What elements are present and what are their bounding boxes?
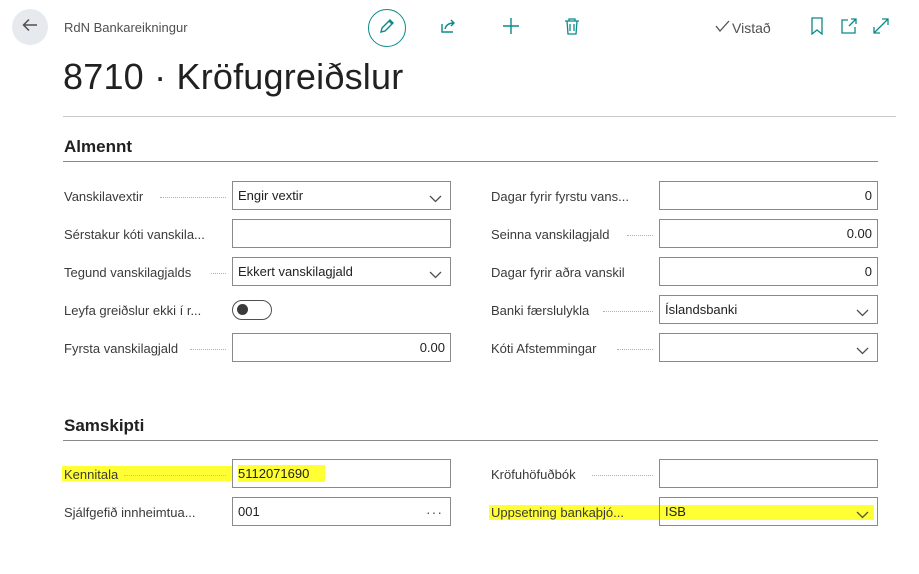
- bank-service-select[interactable]: ISB: [659, 497, 878, 526]
- field-label-days-first: Dagar fyrir fyrstu vans...: [491, 189, 629, 204]
- interest-value: Engir vextir: [238, 188, 304, 203]
- label-dots: [211, 273, 226, 274]
- delete-button[interactable]: [561, 17, 583, 39]
- section-divider-general: [63, 161, 878, 162]
- days-first-value: 0: [864, 188, 872, 203]
- fee-type-value: Ekkert vanskilagjald: [238, 264, 353, 279]
- section-divider-communication: [63, 440, 878, 441]
- later-fee-field[interactable]: 0.00: [659, 219, 878, 248]
- label-dots: [617, 349, 653, 350]
- field-label-kennitala: Kennitala: [64, 467, 119, 482]
- breadcrumb: RdN Bankareikningur: [64, 20, 188, 35]
- pencil-icon: [378, 17, 396, 40]
- kennitala-value: 5112071690: [238, 465, 445, 482]
- days-second-field[interactable]: 0: [659, 257, 878, 286]
- interest-select[interactable]: Engir vextir: [232, 181, 451, 210]
- kennitala-field[interactable]: 5112071690: [232, 459, 451, 488]
- share-button[interactable]: [437, 17, 459, 39]
- fee-type-select[interactable]: Ekkert vanskilagjald: [232, 257, 451, 286]
- label-dots: [124, 475, 226, 476]
- header-divider: [63, 116, 896, 117]
- checkmark-icon: [714, 19, 730, 36]
- chevron-down-icon: [429, 191, 442, 206]
- special-code-field[interactable]: [232, 219, 451, 248]
- bank-service-value: ISB: [665, 504, 686, 519]
- trash-icon: [564, 17, 580, 40]
- share-icon: [439, 17, 457, 40]
- field-label-default-collector: Sjálfgefið innheimtua...: [64, 505, 196, 520]
- bookmark-icon: [810, 16, 824, 40]
- field-label-first-fee: Fyrsta vanskilagjald: [64, 341, 179, 356]
- expand-icon: [872, 17, 890, 40]
- toggle-knob: [237, 304, 248, 315]
- claim-ledger-field[interactable]: [659, 459, 878, 488]
- bookmark-button[interactable]: [806, 16, 828, 40]
- first-fee-value: 0.00: [419, 340, 445, 355]
- field-label-later-fee: Seinna vanskilagjald: [491, 227, 610, 242]
- open-new-window-button[interactable]: [838, 17, 860, 39]
- field-label-fee-type: Tegund vanskilagjalds: [64, 265, 192, 280]
- chevron-down-icon: [856, 343, 869, 358]
- field-label-allow-payment: Leyfa greiðslur ekki í r...: [64, 303, 202, 318]
- field-label-interest: Vanskilavextir: [64, 189, 144, 204]
- open-in-new-window-icon: [840, 17, 858, 40]
- default-collector-field[interactable]: 001 ···: [232, 497, 451, 526]
- label-dots: [603, 311, 653, 312]
- field-label-recon-code: Kóti Afstemmingar: [491, 341, 597, 356]
- chevron-down-icon: [856, 507, 869, 522]
- days-first-field[interactable]: 0: [659, 181, 878, 210]
- first-fee-field[interactable]: 0.00: [232, 333, 451, 362]
- page-title: 8710 · Kröfugreiðslur: [63, 56, 404, 97]
- default-collector-value: 001: [238, 504, 260, 519]
- back-button[interactable]: [12, 9, 48, 45]
- field-label-claim-ledger: Kröfuhöfuðbók: [491, 467, 576, 482]
- bank-key-select[interactable]: Íslandsbanki: [659, 295, 878, 324]
- recon-code-select[interactable]: [659, 333, 878, 362]
- field-label-special-code: Sérstakur kóti vanskila...: [64, 227, 205, 242]
- chevron-down-icon: [429, 267, 442, 282]
- section-title-communication[interactable]: Samskipti: [64, 416, 144, 436]
- arrow-left-icon: [21, 16, 39, 39]
- days-second-value: 0: [864, 264, 872, 279]
- field-label-bank-service: Uppsetning bankaþjó...: [491, 505, 624, 520]
- saved-label: Vistað: [732, 19, 771, 36]
- ellipsis-icon[interactable]: ···: [426, 504, 443, 520]
- bank-key-value: Íslandsbanki: [665, 302, 738, 317]
- expand-button[interactable]: [870, 17, 892, 39]
- section-title-general[interactable]: Almennt: [64, 137, 132, 157]
- label-dots: [592, 475, 653, 476]
- plus-icon: [502, 17, 520, 40]
- saved-status: Vistað: [714, 19, 771, 36]
- field-label-bank-key: Banki færslulykla: [491, 303, 590, 318]
- chevron-down-icon: [856, 305, 869, 320]
- label-dots: [160, 197, 226, 198]
- label-dots: [627, 235, 653, 236]
- field-label-days-second: Dagar fyrir aðra vanskil: [491, 265, 625, 280]
- allow-payment-toggle[interactable]: [232, 300, 272, 320]
- edit-button[interactable]: [368, 9, 406, 47]
- label-dots: [190, 349, 226, 350]
- new-button[interactable]: [500, 17, 522, 39]
- later-fee-value: 0.00: [846, 226, 872, 241]
